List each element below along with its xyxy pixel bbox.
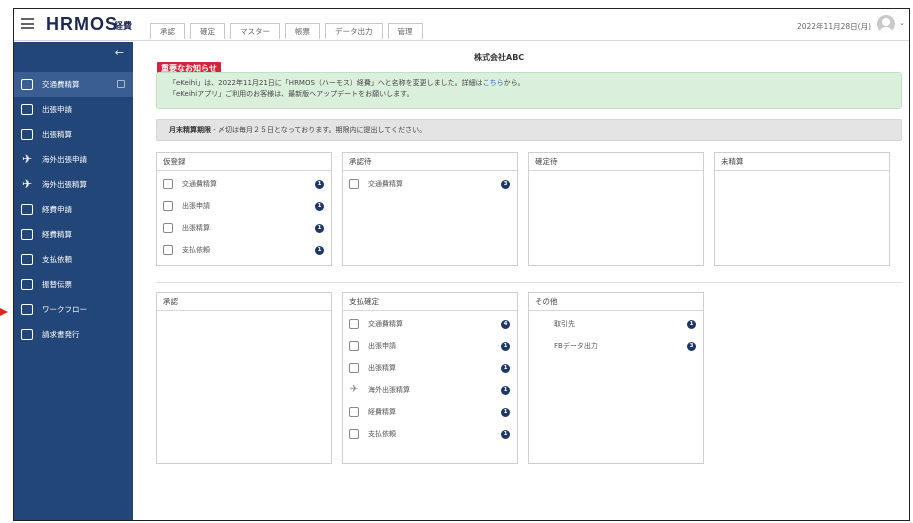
count-badge: 3	[501, 180, 510, 189]
tab-confirm[interactable]: 確定	[190, 23, 225, 39]
app-logo-sub: 経費	[114, 22, 133, 32]
chevron-down-icon[interactable]: ⌄	[899, 19, 905, 27]
panel-unsettled: 未精算	[714, 152, 890, 266]
panel-title: その他	[529, 293, 703, 311]
sidebar-item-expense-request[interactable]: 経費申請	[14, 197, 133, 222]
list-item[interactable]: 出張申請	[163, 199, 210, 213]
receipt-icon	[349, 407, 359, 417]
section-divider	[156, 282, 902, 283]
panel-title: 承認待	[343, 153, 517, 171]
receipt-icon	[21, 204, 33, 215]
notice-line-2: 「eKeihiアプリ」ご利用のお客様は、最新版へアップデートをお願いします。	[169, 90, 414, 98]
panel-title: 仮登録	[157, 153, 331, 171]
list-item[interactable]: 交通費精算	[163, 177, 217, 191]
train-icon	[349, 319, 359, 329]
tab-approval[interactable]: 承認	[150, 23, 185, 39]
count-badge: 4	[501, 320, 510, 329]
app-window: HRMOS 経費 承認 確定 マスター 帳票 データ出力 管理 2022年11月…	[13, 8, 910, 521]
train-icon	[349, 179, 359, 189]
sidebar-item-transfer-slip[interactable]: 振替伝票	[14, 272, 133, 297]
train-icon	[163, 179, 173, 189]
count-badge: 1	[501, 386, 510, 395]
tab-admin[interactable]: 管理	[387, 23, 423, 39]
list-item[interactable]: 経費精算	[349, 405, 396, 419]
notice-box: 「eKeihi」は、2022年11月21日に「HRMOS（ハーモス）経費」へと名…	[156, 72, 902, 109]
tab-data-export[interactable]: データ出力	[325, 23, 383, 39]
bus-icon	[349, 341, 359, 351]
sidebar-item-expense-settlement[interactable]: 経費精算	[14, 222, 133, 247]
list-item[interactable]: 取引先	[554, 317, 575, 331]
panel-title: 確定待	[529, 153, 703, 171]
list-item[interactable]: 出張精算	[163, 221, 210, 235]
count-badge: 1	[501, 430, 510, 439]
sidebar-item-trip-request[interactable]: 出張申請	[14, 97, 133, 122]
count-badge: 3	[687, 342, 696, 351]
count-badge: 1	[501, 342, 510, 351]
panel-draft: 仮登録 交通費精算 1 出張申請 1 出張精算 1 支払依頼 1	[156, 152, 332, 266]
panel-approval: 承認	[156, 292, 332, 464]
top-bar: HRMOS 経費 承認 確定 マスター 帳票 データ出力 管理 2022年11月…	[14, 9, 909, 41]
list-item[interactable]: 出張精算	[349, 361, 396, 375]
sidebar-item-overseas-trip-settlement[interactable]: ✈ 海外出張精算	[14, 172, 133, 197]
plane-icon: ✈	[21, 177, 33, 191]
tab-reports[interactable]: 帳票	[285, 23, 320, 39]
company-name: 株式会社ABC	[474, 53, 525, 62]
bus-icon	[163, 201, 173, 211]
document-icon	[21, 304, 33, 315]
app-logo[interactable]: HRMOS	[46, 14, 118, 35]
count-badge: 1	[315, 224, 324, 233]
list-item[interactable]: ✈ 海外出張精算	[349, 383, 410, 397]
list-item[interactable]: 支払依頼	[349, 427, 396, 441]
deadline-banner: 月末精算期限 - 〆切は毎月２５日となっております。期限内に提出してください。	[156, 119, 902, 141]
list-item[interactable]: 交通費精算	[349, 177, 403, 191]
menu-icon[interactable]	[21, 18, 34, 29]
count-badge: 1	[501, 364, 510, 373]
pointer-arrow-icon	[0, 308, 8, 316]
panel-title: 支払確定	[343, 293, 517, 311]
sidebar-item-invoice[interactable]: 請求書発行	[14, 322, 133, 347]
sidebar-item-payment-request[interactable]: 支払依頼	[14, 247, 133, 272]
tab-master[interactable]: マスター	[230, 23, 280, 39]
avatar[interactable]	[877, 15, 895, 33]
payment-icon	[21, 254, 33, 265]
list-item[interactable]: 交通費精算	[349, 317, 403, 331]
bus-icon	[21, 104, 33, 115]
count-badge: 1	[687, 320, 696, 329]
panel-other: その他 取引先 1 FBデータ出力 3	[528, 292, 704, 464]
count-badge: 1	[315, 246, 324, 255]
card-icon	[163, 223, 173, 233]
panel-confirm-wait: 確定待	[528, 152, 704, 266]
panel-payment-confirm: 支払確定 交通費精算 4 出張申請 1 出張精算 1 ✈ 海外出張精算 1 経費精…	[342, 292, 518, 464]
card-icon	[349, 363, 359, 373]
notice-line-1: 「eKeihi」は、2022年11月21日に「HRMOS（ハーモス）経費」へと名…	[169, 79, 525, 87]
panel-title: 未精算	[715, 153, 889, 171]
count-badge: 1	[315, 202, 324, 211]
invoice-icon	[21, 329, 33, 340]
receipt-icon	[21, 229, 33, 240]
current-date: 2022年11月28日(月)	[796, 22, 871, 31]
train-icon	[21, 79, 33, 90]
notice-link[interactable]: こちら	[483, 79, 504, 87]
plane-icon: ✈	[21, 152, 33, 166]
list-item[interactable]: FBデータ出力	[554, 339, 598, 353]
card-icon	[21, 129, 33, 140]
sidebar: ← 交通費精算 出張申請 出張精算 ✈ 海外出張申請 ✈ 海外出張精算 経費申請	[14, 42, 133, 520]
edit-icon[interactable]	[117, 80, 125, 88]
panel-title: 承認	[157, 293, 331, 311]
sidebar-item-overseas-trip-request[interactable]: ✈ 海外出張申請	[14, 147, 133, 172]
top-tabs: 承認 確定 マスター 帳票 データ出力 管理	[150, 23, 423, 39]
collapse-arrow-icon[interactable]: ←	[115, 46, 124, 59]
panel-pending-approval: 承認待 交通費精算 3	[342, 152, 518, 266]
sidebar-item-workflow[interactable]: ワークフロー	[14, 297, 133, 322]
plane-icon: ✈	[349, 384, 359, 395]
count-badge: 1	[501, 408, 510, 417]
list-item[interactable]: 支払依頼	[163, 243, 210, 257]
sidebar-item-trip-settlement[interactable]: 出張精算	[14, 122, 133, 147]
payment-icon	[163, 245, 173, 255]
sidebar-item-transport-expense[interactable]: 交通費精算	[14, 72, 133, 97]
transfer-icon	[21, 279, 33, 290]
count-badge: 1	[315, 180, 324, 189]
payment-icon	[349, 429, 359, 439]
list-item[interactable]: 出張申請	[349, 339, 396, 353]
